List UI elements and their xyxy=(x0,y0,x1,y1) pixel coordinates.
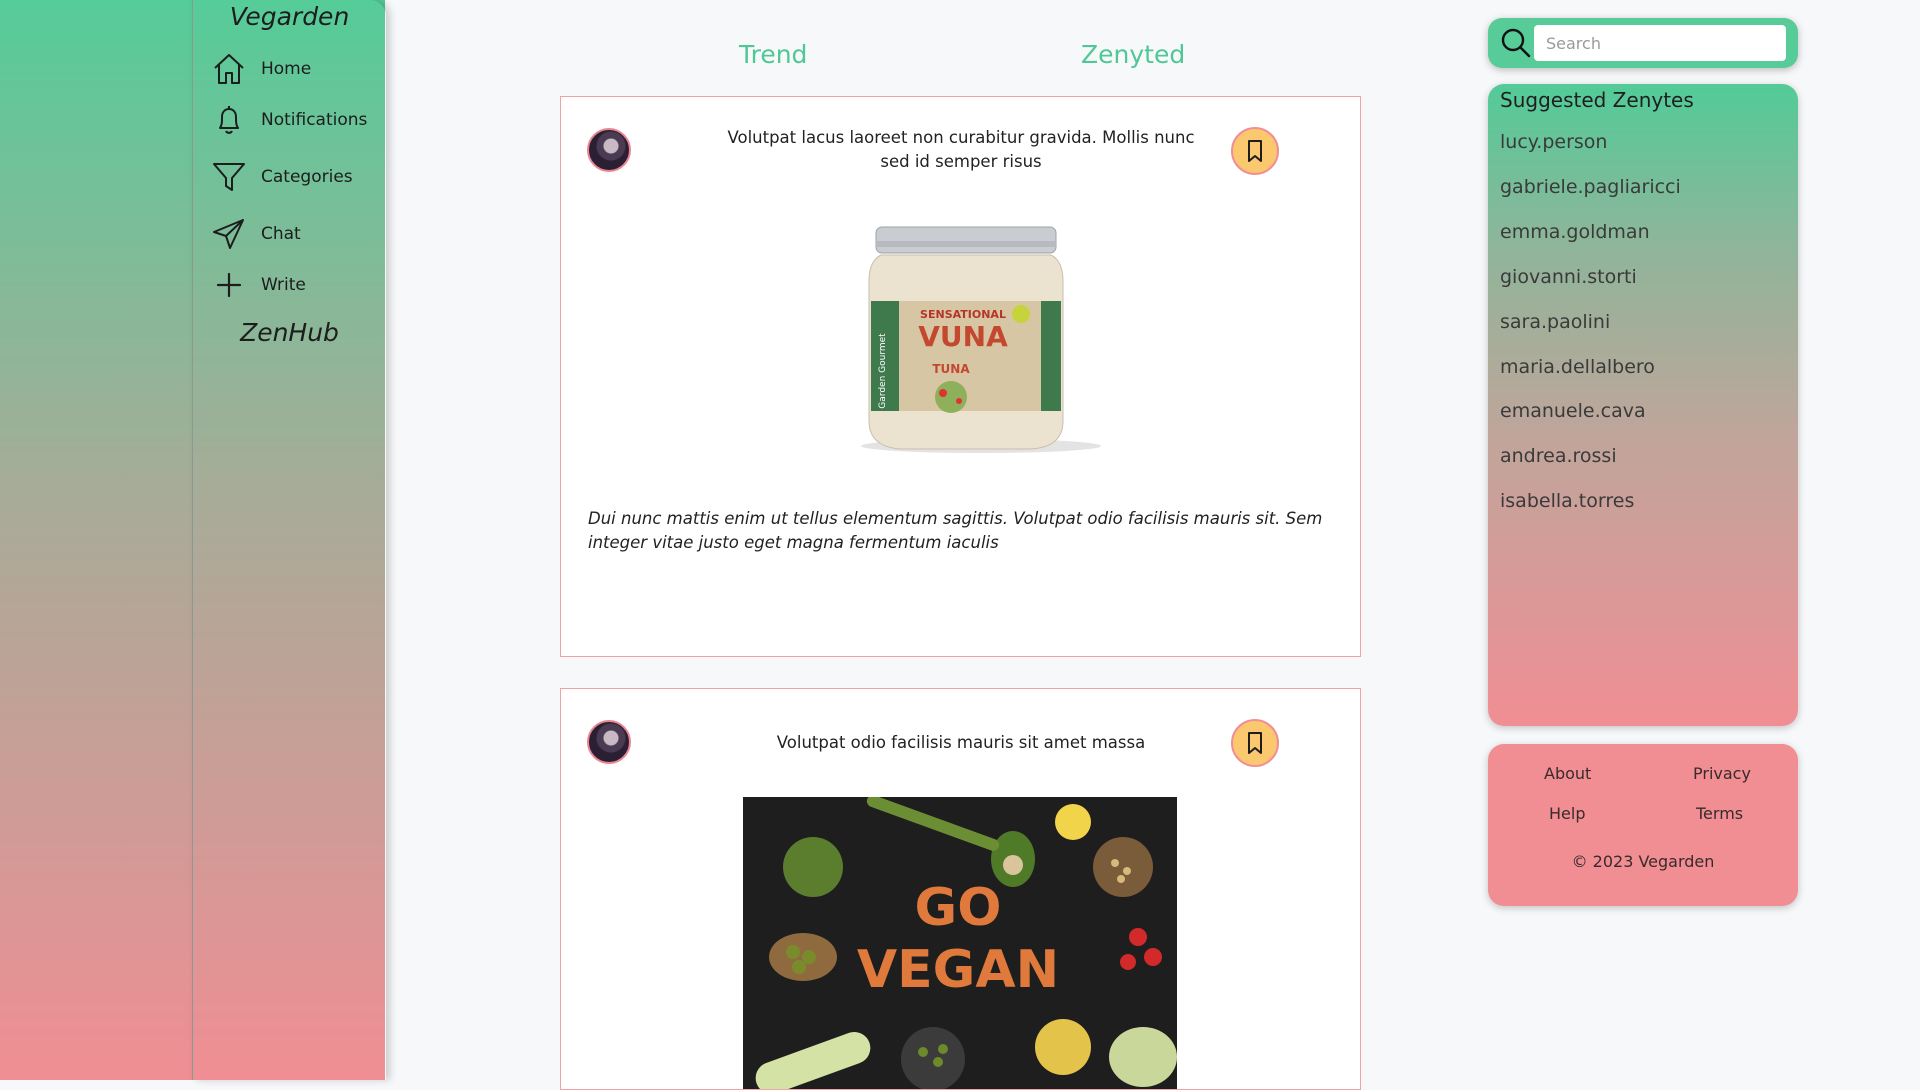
suggested-user[interactable]: andrea.rossi xyxy=(1500,445,1617,467)
bookmark-button[interactable] xyxy=(1231,719,1279,767)
sidebar-item-label: Notifications xyxy=(261,110,368,130)
sidebar-item-label: Categories xyxy=(261,167,353,187)
go-vegan-illustration: GO VEGAN xyxy=(743,795,1177,1089)
suggested-user[interactable]: emma.goldman xyxy=(1500,221,1650,243)
sidebar-item-categories[interactable]: Categories xyxy=(211,157,386,197)
vegan-text: VEGAN xyxy=(857,940,1059,1000)
send-icon xyxy=(213,219,244,249)
post-title: Volutpat lacus laoreet non curabitur gra… xyxy=(727,128,1195,171)
suggested-user[interactable]: maria.dellalbero xyxy=(1500,356,1655,378)
suggested-title: Suggested Zenytes xyxy=(1500,88,1694,112)
search-input[interactable] xyxy=(1534,25,1786,61)
footer-card: About Privacy Help Terms © 2023 Vegarden xyxy=(1488,744,1798,906)
bookmark-icon xyxy=(1248,140,1262,162)
jar-label-line2: VUNA xyxy=(918,320,1008,353)
brand-logo[interactable]: Vegarden xyxy=(193,2,386,31)
bookmark-button[interactable] xyxy=(1231,127,1279,175)
zenhub-link[interactable]: ZenHub xyxy=(193,318,386,347)
sidebar-item-write[interactable]: Write xyxy=(211,265,386,305)
bell-icon xyxy=(219,106,239,134)
jar-label-line3: TUNA xyxy=(932,362,970,376)
sidebar-item-chat[interactable]: Chat xyxy=(211,214,386,254)
suggested-user[interactable]: lucy.person xyxy=(1500,131,1607,153)
post-card: Volutpat lacus laoreet non curabitur gra… xyxy=(560,96,1361,657)
post-card: Volutpat odio facilisis mauris sit amet … xyxy=(560,688,1361,1090)
post-image: SENSATIONAL VUNA TUNA Garden Gourmet xyxy=(831,221,1131,461)
post-body: Dui nunc mattis enim ut tellus elementum… xyxy=(588,509,1323,552)
sidebar-item-home[interactable]: Home xyxy=(211,49,386,89)
plus-icon xyxy=(216,272,242,298)
suggested-zenytes-panel: Suggested Zenytes lucy.person gabriele.p… xyxy=(1488,84,1798,726)
terms-link[interactable]: Terms xyxy=(1696,804,1743,823)
sidebar-item-notifications[interactable]: Notifications xyxy=(211,100,386,140)
search-bar xyxy=(1488,18,1798,68)
jar-illustration: SENSATIONAL VUNA TUNA Garden Gourmet xyxy=(861,226,1101,453)
suggested-user[interactable]: sara.paolini xyxy=(1500,311,1610,333)
privacy-link[interactable]: Privacy xyxy=(1693,764,1751,783)
go-text: GO xyxy=(915,878,1002,938)
suggested-user[interactable]: gabriele.pagliaricci xyxy=(1500,176,1681,198)
post-title: Volutpat odio facilisis mauris sit amet … xyxy=(776,733,1146,752)
tab-zenyted[interactable]: Zenyted xyxy=(1081,40,1185,69)
avatar[interactable] xyxy=(587,720,631,764)
suggested-user[interactable]: isabella.torres xyxy=(1500,490,1634,512)
filter-icon xyxy=(213,163,245,191)
sidebar-item-label: Home xyxy=(261,59,312,79)
avatar[interactable] xyxy=(587,128,631,172)
sidebar: Vegarden Home Notifications Categories C… xyxy=(192,0,386,1080)
home-icon xyxy=(214,54,244,84)
sidebar-item-label: Write xyxy=(261,275,306,295)
help-link[interactable]: Help xyxy=(1549,804,1585,823)
bookmark-icon xyxy=(1248,732,1262,754)
about-link[interactable]: About xyxy=(1544,764,1591,783)
copyright-text: © 2023 Vegarden xyxy=(1571,852,1715,871)
search-icon[interactable] xyxy=(1500,27,1532,59)
suggested-user[interactable]: giovanni.storti xyxy=(1500,266,1637,288)
tab-trend[interactable]: Trend xyxy=(739,40,807,69)
suggested-user[interactable]: emanuele.cava xyxy=(1500,400,1646,422)
post-image: GO VEGAN xyxy=(743,795,1177,1089)
jar-brand: Garden Gourmet xyxy=(878,333,888,409)
sidebar-item-label: Chat xyxy=(261,224,301,244)
